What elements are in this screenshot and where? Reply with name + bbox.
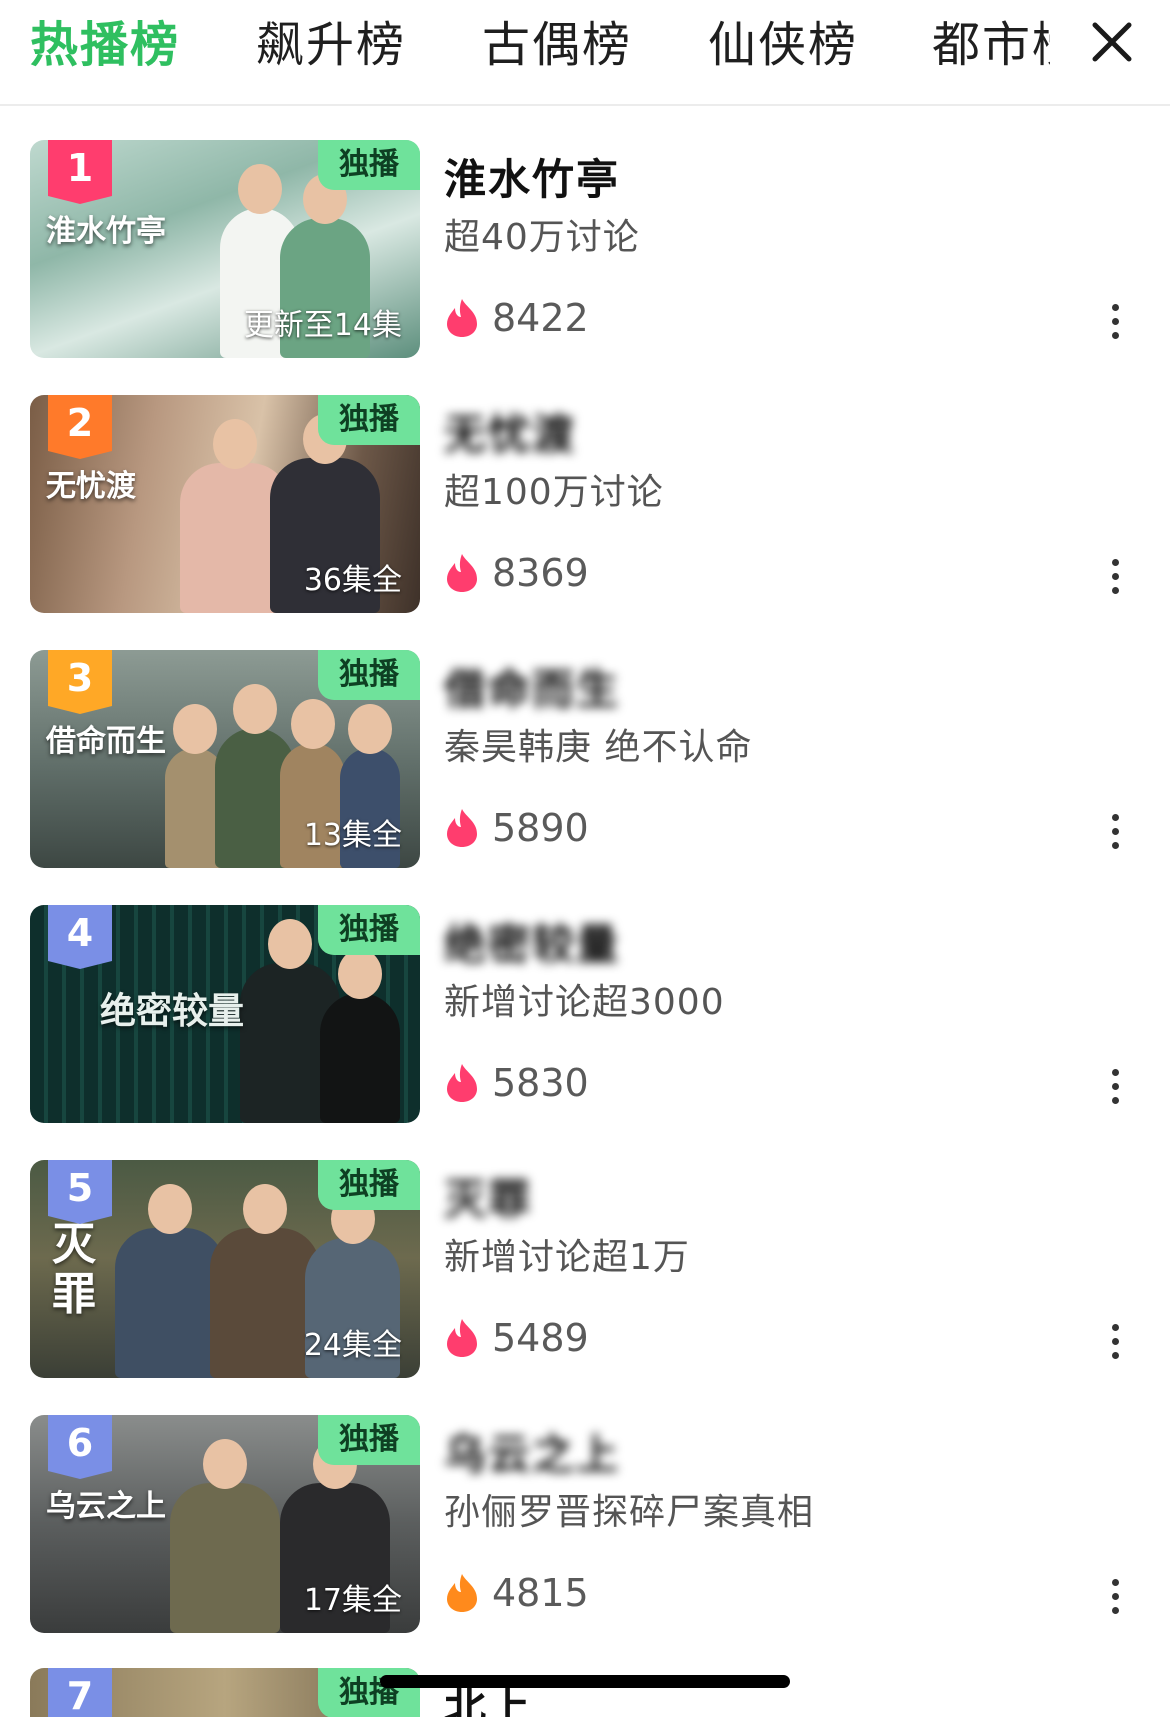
show-subtitle: 新增讨论超1万	[444, 1237, 690, 1278]
exclusive-badge: 独播	[318, 905, 420, 955]
rank-badge: 3	[48, 650, 112, 714]
more-options-button[interactable]	[1100, 300, 1130, 344]
show-title[interactable]: 乌云之上	[444, 1427, 620, 1483]
heat-value: 8369	[492, 551, 589, 595]
poster-image[interactable]: 灭罪 5 独播 24集全	[30, 1160, 420, 1378]
more-options-button[interactable]	[1100, 810, 1130, 854]
rank-badge: 4	[48, 905, 112, 969]
show-title[interactable]: 借命而生	[444, 662, 620, 718]
heat-value: 5830	[492, 1061, 589, 1105]
heat-value: 5489	[492, 1316, 589, 1360]
rank-badge: 6	[48, 1415, 112, 1479]
ranking-tabs: 热播榜 飙升榜 古偶榜 仙侠榜 都市榜	[30, 0, 1050, 104]
close-icon	[1092, 22, 1132, 62]
poster-title-text: 乌云之上	[46, 1489, 166, 1524]
more-options-button[interactable]	[1100, 555, 1130, 599]
show-subtitle: 超100万讨论	[444, 472, 664, 513]
poster-image[interactable]: 无忧渡 2 独播 36集全	[30, 395, 420, 613]
exclusive-badge: 独播	[318, 650, 420, 700]
rank-number: 2	[66, 401, 94, 445]
poster-title-text: 灭罪	[52, 1219, 96, 1320]
more-options-button[interactable]	[1100, 1575, 1130, 1619]
episode-status: 13集全	[303, 818, 402, 853]
flame-icon	[447, 1574, 477, 1612]
more-options-button[interactable]	[1100, 1065, 1130, 1109]
poster-image[interactable]: 淮水竹亭 1 独播 更新至14集	[30, 140, 420, 358]
list-item[interactable]: 绝密较量 4 独播 绝密较量 新增讨论超3000 5830	[0, 869, 1170, 1123]
flame-icon	[447, 1064, 477, 1102]
more-options-button[interactable]	[1100, 1320, 1130, 1364]
tab-rising-ranking[interactable]: 飙升榜	[256, 14, 406, 76]
show-title[interactable]: 绝密较量	[444, 917, 620, 973]
exclusive-badge: 独播	[318, 1415, 420, 1465]
rank-number: 6	[66, 1421, 94, 1465]
rank-number: 4	[66, 911, 94, 955]
list-item[interactable]: 无忧渡 2 独播 36集全 无忧渡 超100万讨论 8369	[0, 359, 1170, 613]
exclusive-badge: 独播	[318, 140, 420, 190]
rank-badge: 7	[48, 1668, 112, 1717]
heat-value: 5890	[492, 806, 589, 850]
list-item[interactable]: 灭罪 5 独播 24集全 灭罪 新增讨论超1万 5489	[0, 1124, 1170, 1378]
show-subtitle: 新增讨论超3000	[444, 982, 725, 1023]
show-subtitle: 孙俪罗晋探碎尸案真相	[444, 1492, 815, 1533]
poster-image[interactable]: 乌云之上 6 独播 17集全	[30, 1415, 420, 1633]
rank-badge: 2	[48, 395, 112, 459]
flame-icon	[447, 554, 477, 592]
rank-number: 7	[66, 1674, 94, 1717]
flame-icon	[447, 1319, 477, 1357]
episode-status: 更新至14集	[243, 308, 402, 343]
poster-image[interactable]: 绝密较量 4 独播	[30, 905, 420, 1123]
episode-status: 24集全	[303, 1328, 402, 1363]
show-title[interactable]: 灭罪	[444, 1172, 532, 1228]
home-indicator[interactable]	[380, 1675, 790, 1688]
list-item[interactable]: 借命而生 3 独播 13集全 借命而生 秦昊韩庚 绝不认命 5890	[0, 614, 1170, 868]
flame-icon	[447, 299, 477, 337]
episode-status: 36集全	[303, 563, 402, 598]
show-title[interactable]: 淮水竹亭	[444, 152, 620, 208]
rank-number: 1	[66, 146, 94, 190]
poster-title-text: 淮水竹亭	[46, 214, 166, 249]
rank-badge: 1	[48, 140, 112, 204]
heat-value: 8422	[492, 296, 589, 340]
exclusive-badge: 独播	[318, 395, 420, 445]
poster-title-text: 无忧渡	[46, 469, 136, 504]
poster-title-text: 绝密较量	[100, 990, 245, 1032]
show-subtitle: 超40万讨论	[444, 217, 640, 258]
poster-image[interactable]: 7 独播	[30, 1668, 420, 1717]
rank-number: 3	[66, 656, 94, 700]
show-title[interactable]: 无忧渡	[444, 407, 576, 463]
ranking-tab-bar: 热播榜 飙升榜 古偶榜 仙侠榜 都市榜	[0, 0, 1170, 106]
episode-status: 17集全	[303, 1583, 402, 1618]
rank-badge: 5	[48, 1160, 112, 1224]
tab-xianxia-ranking[interactable]: 仙侠榜	[708, 14, 858, 76]
tab-urban-ranking[interactable]: 都市榜	[932, 14, 1050, 76]
tab-hot-ranking[interactable]: 热播榜	[30, 14, 180, 76]
tab-costume-romance-ranking[interactable]: 古偶榜	[482, 14, 632, 76]
heat-value: 4815	[492, 1571, 589, 1615]
poster-image[interactable]: 借命而生 3 独播 13集全	[30, 650, 420, 868]
flame-icon	[447, 809, 477, 847]
close-button[interactable]	[1090, 20, 1134, 64]
list-item[interactable]: 乌云之上 6 独播 17集全 乌云之上 孙俪罗晋探碎尸案真相 4815	[0, 1379, 1170, 1633]
exclusive-badge: 独播	[318, 1160, 420, 1210]
list-item[interactable]: 淮水竹亭 1 独播 更新至14集 淮水竹亭 超40万讨论 8422	[0, 104, 1170, 358]
rank-number: 5	[66, 1166, 94, 1210]
poster-title-text: 借命而生	[46, 724, 166, 759]
show-subtitle: 秦昊韩庚 绝不认命	[444, 727, 753, 768]
